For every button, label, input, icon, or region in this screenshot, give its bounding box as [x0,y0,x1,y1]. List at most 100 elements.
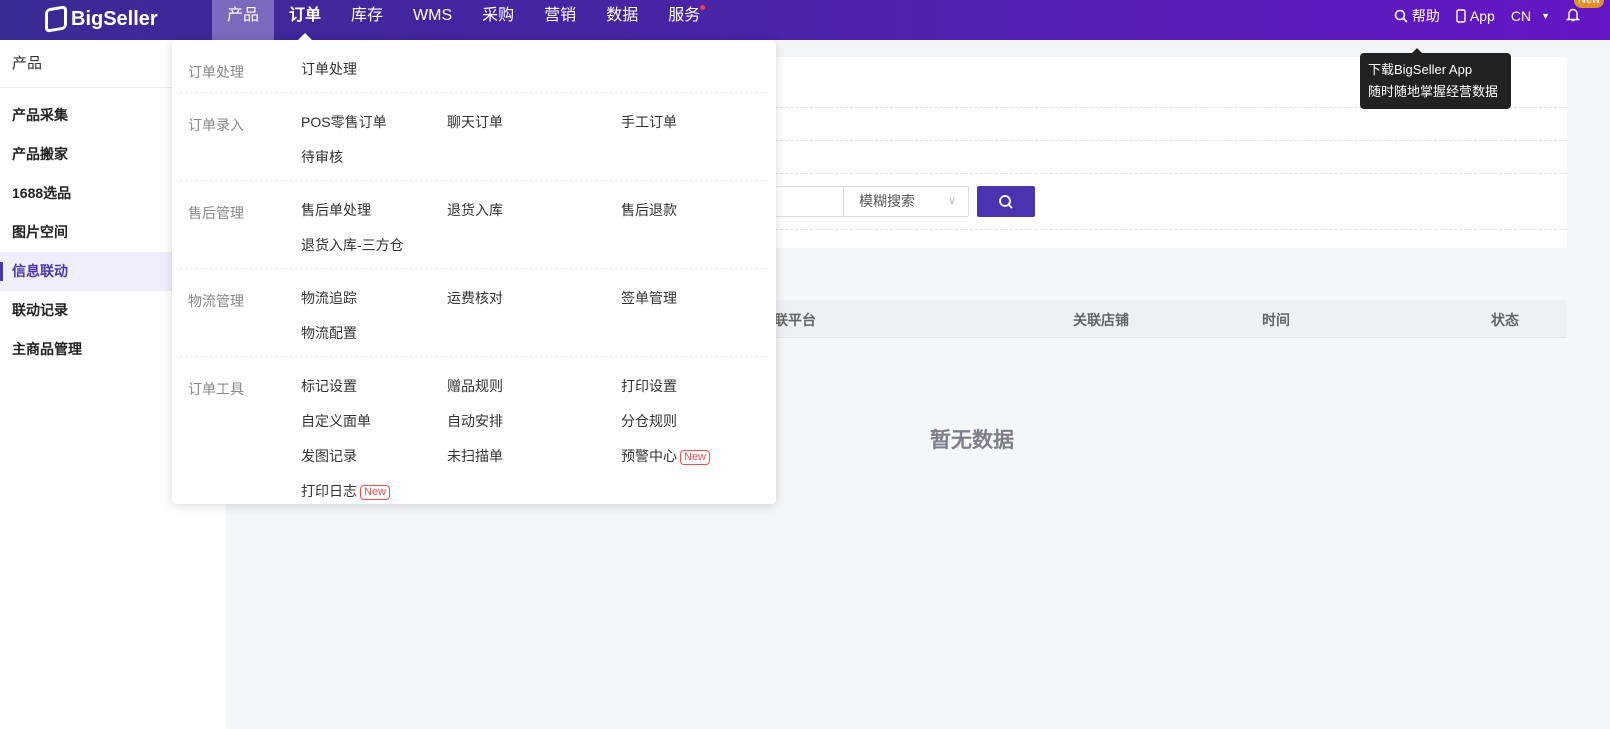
menu-item[interactable]: 物流配置 [301,316,447,351]
menu-item-label: 售后单处理 [301,202,371,218]
help-button[interactable]: 帮助 [1394,6,1440,26]
search-input[interactable] [766,186,844,217]
search-mode-select[interactable]: 模糊搜索 ∨ [843,186,969,217]
brand-name: BigSeller [71,7,158,30]
nav-service-label: 服务 [668,7,701,24]
menu-item[interactable]: 聊天订单 [447,105,621,140]
menu-item[interactable]: 发图记录 [301,439,447,474]
menu-item-label: 自定义面单 [301,413,371,429]
menu-item-label: 物流追踪 [301,290,357,306]
menu-item-label: 自动安排 [447,413,503,429]
menu-item[interactable]: 订单处理 [301,52,447,87]
help-label: 帮助 [1411,8,1440,24]
menu-item[interactable]: 赠品规则 [447,369,621,404]
menu-item-label: 签单管理 [621,290,677,306]
menu-item[interactable]: 分仓规则 [621,404,761,439]
menu-item-label: 标记设置 [301,378,357,394]
menu-item-label: 赠品规则 [447,378,503,394]
search-icon [1394,9,1408,23]
menu-item-label: 聊天订单 [447,114,503,130]
menu-item-label: 物流配置 [301,325,357,341]
search-mode-value: 模糊搜索 [859,193,915,209]
menu-group-label: 订单工具 [188,381,244,397]
menu-item[interactable]: 售后退款 [621,193,761,228]
phone-icon [1456,9,1466,23]
col-time: 时间 [1262,312,1290,328]
menu-item-label: 运费核对 [447,290,503,306]
app-download-tooltip: 下载BigSeller App 随时随地掌握经营数据 [1360,48,1511,109]
nav-product[interactable]: 产品 [212,0,275,40]
menu-item[interactable]: 自动安排 [447,404,621,439]
menu-item-label: 退货入库-三方仓 [301,237,404,253]
bell-icon [1565,8,1581,22]
top-nav-bar: BigSeller 产品 订单 库存 WMS 采购 营销 数据 服务 帮助 Ap… [0,0,1610,40]
main-nav: 产品 订单 库存 WMS 采购 营销 数据 服务 [212,0,715,40]
menu-item-label: 打印设置 [621,378,677,394]
menu-item[interactable]: 自定义面单 [301,404,447,439]
new-badge: New [680,450,711,465]
col-status: 状态 [1491,312,1519,328]
order-menu-dropdown: 订单处理 订单处理 订单录入 POS零售订单 聊天订单 手工订单 待审核 售后管理 售后单处理退… [172,40,776,504]
tooltip-line-2: 随时随地掌握经营数据 [1368,84,1499,99]
nav-service[interactable]: 服务 [653,0,715,40]
language-label: CN [1510,8,1532,24]
menu-item-label: 分仓规则 [621,413,677,429]
menu-group: 订单处理 订单处理 [180,40,768,93]
menu-group: 物流管理 物流追踪 运费核对 签单管理物流配置 [180,269,768,357]
search-button[interactable] [977,186,1035,217]
menu-item-label: 订单处理 [301,61,357,77]
menu-item[interactable]: 售后单处理 [301,193,447,228]
menu-item[interactable]: 运费核对 [447,281,621,316]
app-button[interactable]: App [1456,8,1495,24]
empty-state: 暂无数据 [930,429,1014,452]
app-label: App [1469,8,1495,24]
nav-data[interactable]: 数据 [591,0,653,40]
menu-item[interactable]: 未扫描单 [447,439,621,474]
menu-group-label: 物流管理 [188,293,244,309]
nav-purchase[interactable]: 采购 [467,0,529,40]
col-store: 关联店铺 [1073,312,1129,328]
menu-item[interactable]: 签单管理 [621,281,761,316]
col-platform: 联平台 [774,312,816,328]
menu-item-label: 打印日志 [301,483,357,499]
menu-item-label: 手工订单 [621,114,677,130]
caret-down-icon: ▼ [1541,11,1550,21]
menu-item-label: 未扫描单 [447,448,503,464]
menu-item[interactable]: 预警中心 New [621,439,761,474]
chevron-down-icon: ∨ [947,195,956,207]
logo-icon [45,5,67,33]
nav-marketing[interactable]: 营销 [529,0,591,40]
language-select[interactable]: CN ▼ [1511,8,1550,24]
menu-item[interactable]: 标记设置 [301,369,447,404]
menu-group: 订单录入 POS零售订单 聊天订单 手工订单待审核 [180,93,768,181]
menu-group-label: 订单处理 [188,64,244,80]
menu-item-label: 发图记录 [301,448,357,464]
menu-item-label: 退货入库 [447,202,503,218]
nav-inventory[interactable]: 库存 [336,0,398,40]
menu-item-label: 预警中心 [621,448,677,464]
new-badge: New [1574,0,1605,8]
notification-button[interactable]: New [1565,0,1605,25]
menu-group: 售后管理 售后单处理 退货入库 售后退款退货入库-三方仓 [180,181,768,269]
menu-group-label: 订单录入 [188,117,244,133]
menu-item[interactable]: 物流追踪 [301,281,447,316]
menu-item[interactable]: 打印设置 [621,369,761,404]
new-badge: New [360,485,391,500]
bigseller-logo[interactable]: BigSeller [45,5,158,33]
nav-order[interactable]: 订单 [274,0,336,40]
menu-item[interactable]: 待审核 [301,140,447,175]
menu-item[interactable]: 打印日志 New [301,474,447,509]
menu-item[interactable]: 退货入库-三方仓 [301,228,447,263]
menu-item[interactable]: 手工订单 [621,105,761,140]
notification-dot [700,5,706,10]
menu-item-label: 售后退款 [621,202,677,218]
menu-group-label: 售后管理 [188,205,244,221]
menu-item[interactable]: 退货入库 [447,193,621,228]
search-icon [999,194,1013,209]
menu-item-label: POS零售订单 [301,114,387,130]
menu-group: 订单工具 标记设置 赠品规则 打印设置自定义面单 自动安排 分仓规则发图记录 未扫描单 预警中… [180,357,768,514]
menu-item[interactable]: POS零售订单 [301,105,447,140]
nav-wms[interactable]: WMS [398,0,467,40]
tooltip-line-1: 下载BigSeller App [1368,62,1473,77]
menu-item-label: 待审核 [301,149,343,165]
